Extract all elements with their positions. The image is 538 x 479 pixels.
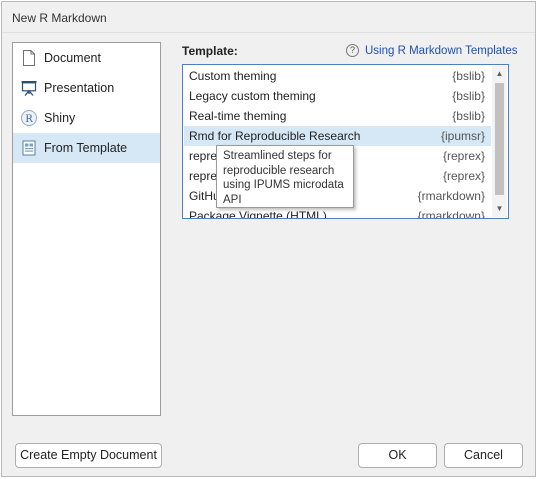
- template-package: {bslib}: [452, 89, 485, 103]
- template-name: repre: [189, 149, 218, 163]
- scroll-up-arrow-icon[interactable]: ▲: [492, 67, 507, 81]
- ok-button[interactable]: OK: [358, 443, 437, 468]
- template-name: Custom theming: [189, 69, 277, 83]
- shiny-r-icon: R: [20, 109, 38, 127]
- template-package: {ipumsr}: [440, 129, 485, 143]
- template-package: {bslib}: [452, 109, 485, 123]
- template-name: Package Vignette (HTML): [189, 209, 327, 219]
- template-package: {reprex}: [442, 149, 485, 163]
- template-name: repre: [189, 169, 218, 183]
- vertical-scrollbar[interactable]: ▲ ▼: [492, 66, 507, 217]
- output-type-list: Document Presentation R Shiny From Templ…: [12, 42, 161, 416]
- sidebar-item-label: Shiny: [44, 111, 76, 125]
- template-package: {bslib}: [452, 69, 485, 83]
- presentation-icon: [20, 79, 38, 97]
- template-package: {rmarkdown}: [417, 209, 485, 219]
- create-empty-document-button[interactable]: Create Empty Document: [15, 443, 162, 468]
- title-bar[interactable]: New R Markdown: [2, 2, 535, 33]
- template-icon: [20, 139, 38, 157]
- template-package: {rmarkdown}: [417, 189, 485, 203]
- template-name: Rmd for Reproducible Research: [189, 129, 361, 143]
- sidebar-item-shiny[interactable]: R Shiny: [13, 103, 160, 133]
- template-row[interactable]: Custom theming {bslib}: [184, 66, 491, 86]
- template-name: Legacy custom theming: [189, 89, 316, 103]
- template-name: Real-time theming: [189, 109, 287, 123]
- cancel-button[interactable]: Cancel: [444, 443, 523, 468]
- sidebar-item-label: Document: [44, 51, 101, 65]
- scroll-down-arrow-icon[interactable]: ▼: [492, 202, 507, 216]
- template-package: {reprex}: [442, 169, 485, 183]
- template-tooltip: Streamlined steps for reproducible resea…: [216, 145, 354, 208]
- sidebar-item-label: From Template: [44, 141, 128, 155]
- sidebar-item-presentation[interactable]: Presentation: [13, 73, 160, 103]
- template-heading: Template:: [182, 44, 238, 58]
- template-row-selected[interactable]: Rmd for Reproducible Research {ipumsr}: [184, 126, 491, 146]
- template-row[interactable]: Real-time theming {bslib}: [184, 106, 491, 126]
- new-r-markdown-dialog: New R Markdown Document Presentation R S…: [1, 1, 536, 477]
- document-icon: [20, 49, 38, 67]
- question-circle-icon: ?: [346, 44, 359, 57]
- sidebar-item-label: Presentation: [44, 81, 115, 95]
- sidebar-item-document[interactable]: Document: [13, 43, 160, 73]
- template-row[interactable]: Legacy custom theming {bslib}: [184, 86, 491, 106]
- scrollbar-thumb[interactable]: [495, 83, 504, 195]
- window-title: New R Markdown: [12, 11, 107, 25]
- svg-text:R: R: [25, 114, 33, 125]
- help-link-text[interactable]: Using R Markdown Templates: [365, 45, 518, 57]
- sidebar-item-from-template[interactable]: From Template: [13, 133, 160, 163]
